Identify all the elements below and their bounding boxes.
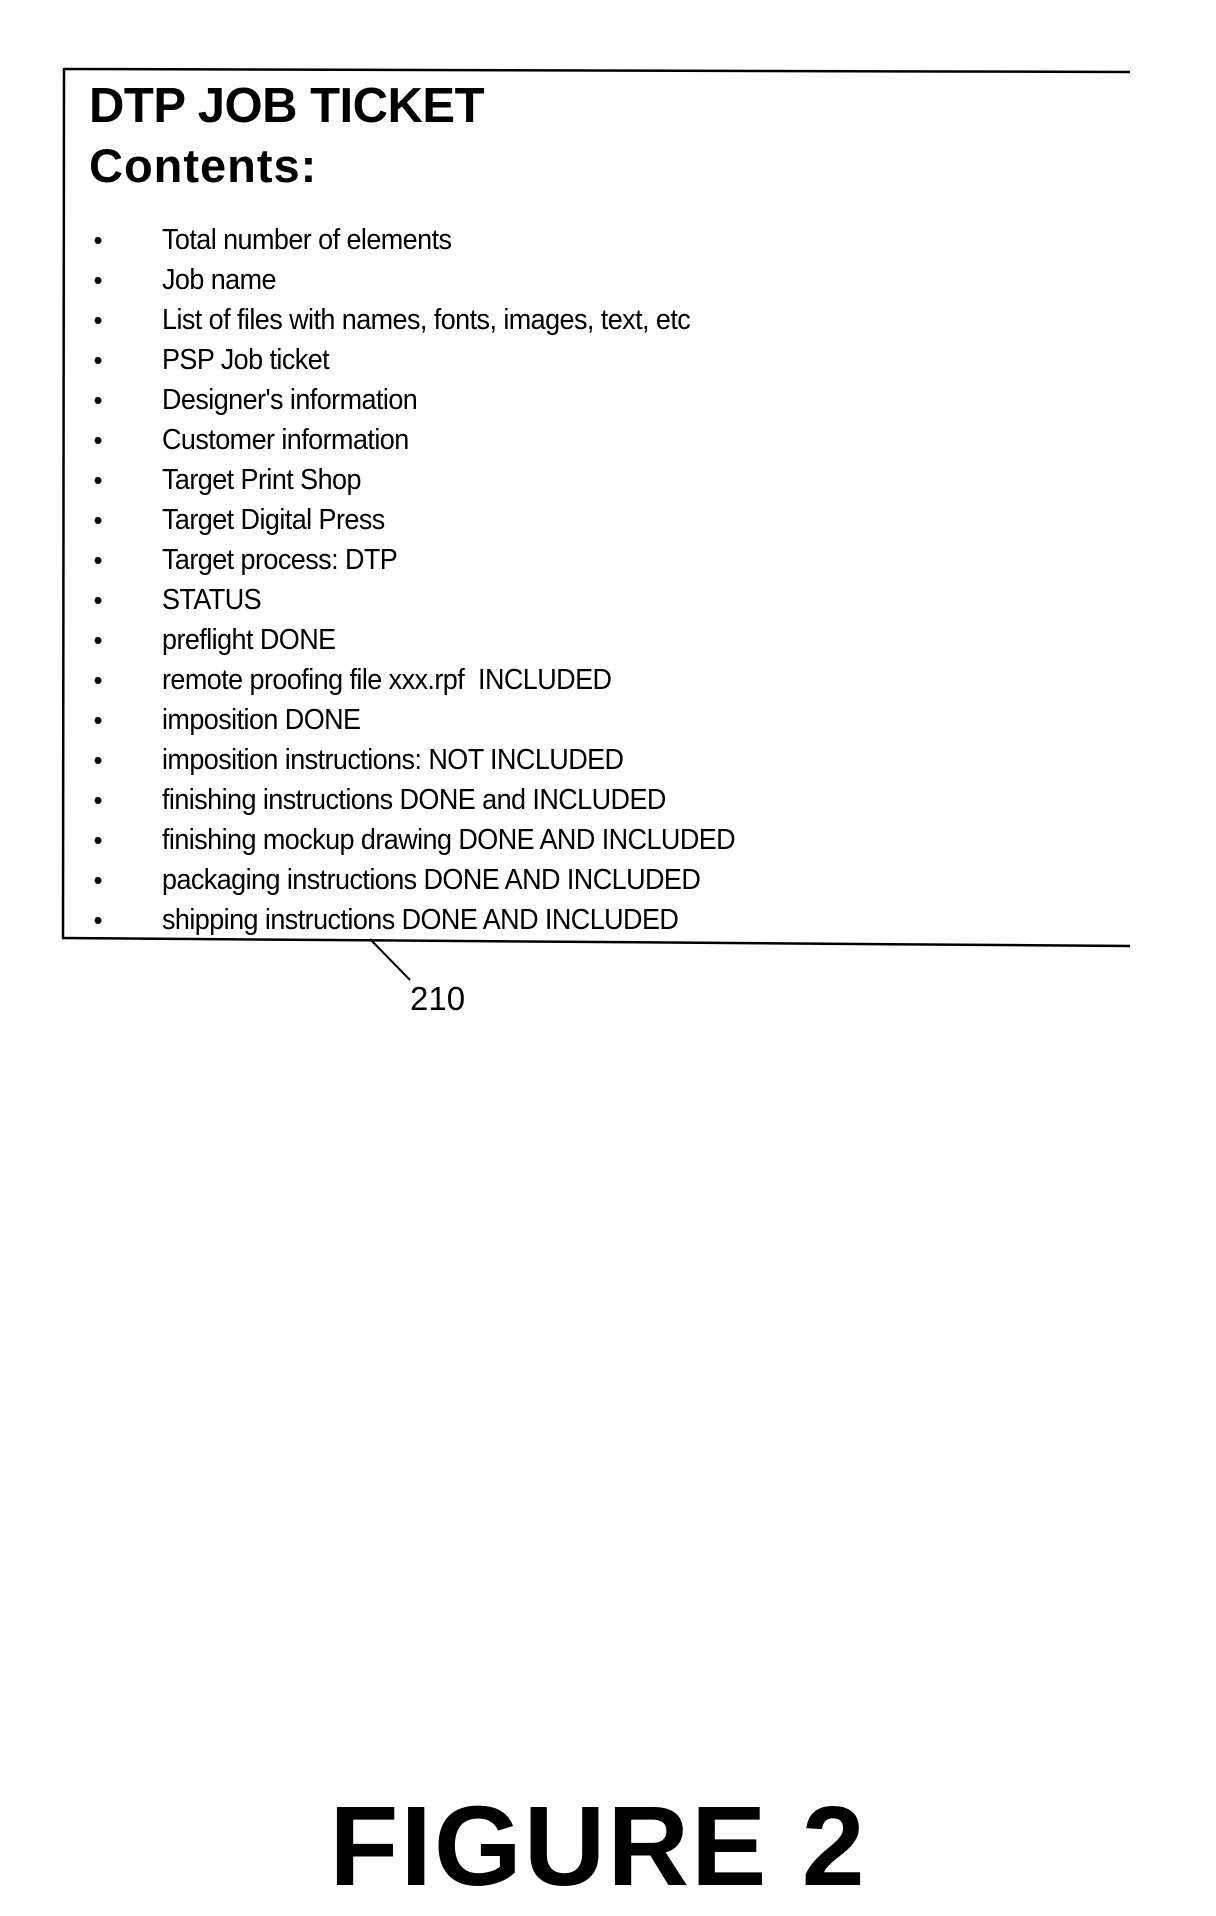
bullet-icon: • [93,785,103,815]
contents-heading: Contents: [89,139,318,192]
reference-leader-line [369,938,411,981]
list-item-text: Target process: DTP [162,544,398,576]
list-item-text: shipping instructions DONE AND INCLUDED [162,904,679,936]
bullet-icon: • [93,905,103,935]
bullet-icon: • [93,665,103,695]
ticket-title: DTP JOB TICKET [89,79,485,133]
list-item-text: finishing instructions DONE and INCLUDED [162,784,666,816]
bullet-icon: • [93,625,103,655]
list-item-text: Job name [162,264,277,296]
list-item-text: packaging instructions DONE AND INCLUDED [162,864,701,896]
list-item-text: remote proofing file xxx.rpf INCLUDED [162,664,612,696]
list-item-text: STATUS [162,584,262,616]
list-item-text: Customer information [162,424,409,456]
list-item-text: imposition DONE [162,704,361,736]
bullet-icon: • [93,385,103,415]
list-item-text: Designer's information [162,384,418,416]
bullet-icon: • [93,545,103,575]
list-item-text: Total number of elements [162,224,452,256]
figure-caption: FIGURE 2 [0,1790,1216,1903]
list-item-text: preflight DONE [162,624,336,656]
bullet-icon: • [93,465,103,495]
bullet-icon: • [93,265,103,295]
job-ticket-box: DTP JOB TICKET Contents: • Total number o… [0,0,1216,1060]
list-item-text: Target Print Shop [162,464,361,496]
bullet-icon: • [93,585,103,615]
box-left-border [61,67,66,939]
list-item-text: Target Digital Press [162,504,385,536]
list-item-text: PSP Job ticket [162,344,330,376]
bullet-icon: • [93,745,103,775]
list-item-text: finishing mockup drawing DONE AND INCLUD… [162,824,736,856]
bullet-icon: • [93,505,103,535]
figure-caption-text: FIGURE 2 [329,1783,867,1909]
reference-numeral: 210 [410,980,466,1017]
bullet-icon: • [93,225,103,255]
bullet-icon: • [93,305,103,335]
list-item-text: imposition instructions: NOT INCLUDED [162,744,624,776]
bullet-icon: • [93,425,103,455]
bullet-icon: • [93,865,103,895]
list-item-text: List of files with names, fonts, images,… [162,304,691,336]
bullet-icon: • [93,345,103,375]
box-top-border [63,67,1131,74]
bullet-icon: • [93,825,103,855]
bullet-icon: • [93,705,103,735]
